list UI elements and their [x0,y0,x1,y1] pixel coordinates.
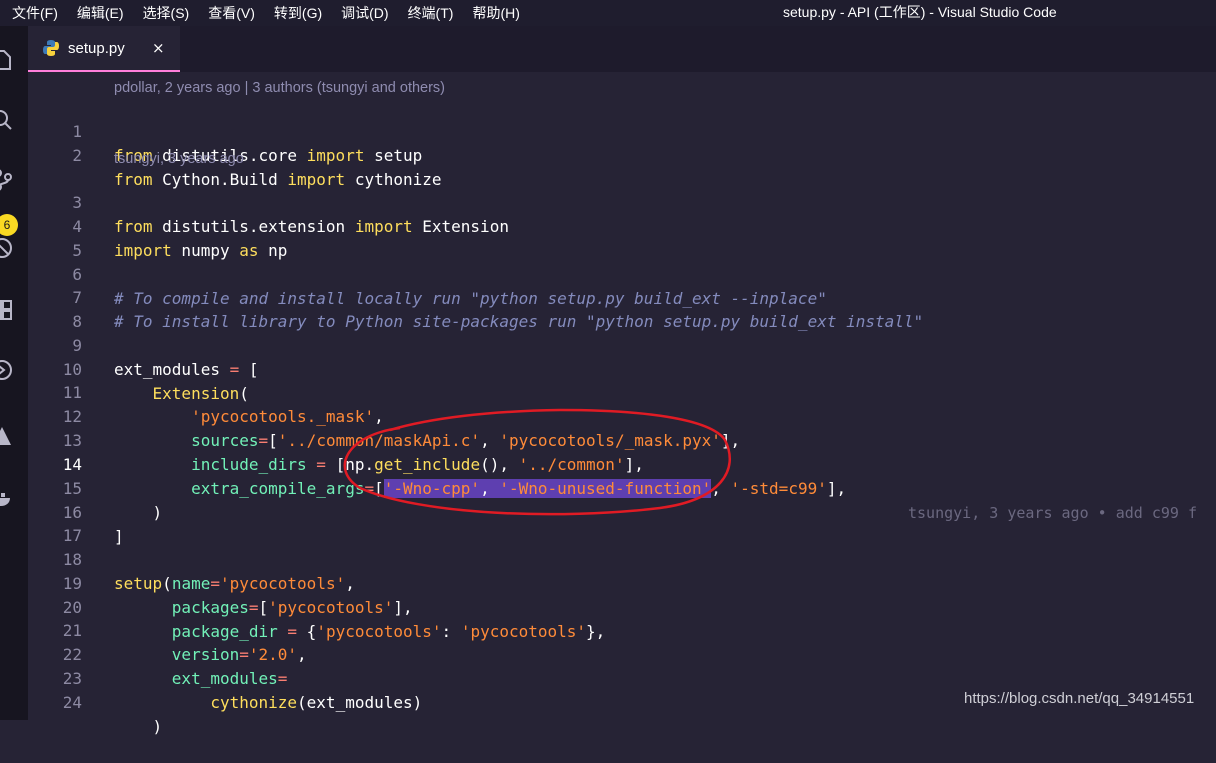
menu-edit[interactable]: 编辑(E) [77,3,124,23]
title-bar: 文件(F) 编辑(E) 选择(S) 查看(V) 转到(G) 调试(D) 终端(T… [0,0,1216,26]
tab-label: setup.py [68,39,125,57]
code-line: 23 cythonize(ext_modules) [62,669,423,712]
code-line: 5 [72,241,82,260]
code-line: 11 'pycocotools._mask', [62,383,384,426]
menu-bar: 文件(F) 编辑(E) 选择(S) 查看(V) 转到(G) 调试(D) 终端(T… [12,0,539,26]
code-line: 2 from Cython.Build import cythonize [72,146,442,189]
window-title: setup.py - API (工作区) - Visual Studio Cod… [783,4,1057,20]
activity-bar: 6 [0,26,28,720]
source-control-icon[interactable] [0,168,14,192]
code-line: 16 ] [62,503,124,546]
azure-icon[interactable] [0,424,14,448]
search-icon[interactable] [0,108,14,132]
menu-selection[interactable]: 选择(S) [143,3,190,23]
code-line: 17 [62,526,82,545]
code-line: 24 ) [62,693,163,736]
menu-view[interactable]: 查看(V) [208,3,255,23]
code-line: 13 include_dirs = [np.get_include(), '..… [62,431,644,474]
menu-debug[interactable]: 调试(D) [341,3,388,23]
menu-terminal[interactable]: 终端(T) [408,3,454,23]
code-line: 10 Extension( [62,360,249,403]
code-line: 8 [72,312,82,331]
close-icon[interactable]: × [152,39,165,57]
code-line: 4 import numpy as np [72,217,288,260]
code-line: 19 packages=['pycocotools'], [62,574,413,617]
extensions-icon[interactable] [0,298,14,322]
python-file-icon [43,40,59,56]
code-line: 20 package_dir = {'pycocotools': 'pycoco… [62,598,606,641]
code-line: 3 from distutils.extension import Extens… [72,193,509,236]
code-line: 12 sources=['../common/maskApi.c', 'pyco… [62,407,741,450]
code-line: 18 setup(name='pycocotools', [62,550,355,593]
debug-icon[interactable] [0,236,14,260]
code-line: 6 # To compile and install locally run "… [72,265,827,308]
code-line: 21 version='2.0', [62,621,307,664]
scm-count-badge: 6 [0,214,18,236]
tab-strip: setup.py × [28,26,1216,72]
codelens-blame[interactable]: tsungyi, 3 years ago [114,149,244,169]
code-editor[interactable]: pdollar, 2 years ago | 3 authors (tsungy… [28,72,1216,736]
code-line: 22 ext_modules= [62,645,288,688]
code-line-current: 14 extra_compile_args=['-Wno-cpp', '-Wno… [28,429,1216,522]
menu-help[interactable]: 帮助(H) [472,3,519,23]
menu-go[interactable]: 转到(G) [274,3,322,23]
watermark: https://blog.csdn.net/qq_34914551 [964,690,1195,707]
codelens-authors[interactable]: pdollar, 2 years ago | 3 authors (tsungy… [114,78,445,98]
remote-icon[interactable] [0,358,14,382]
code-line: 7 # To install library to Python site-pa… [72,288,924,331]
docker-icon[interactable] [0,486,14,510]
code-line: 1 from distutils.core import setup [72,122,423,165]
explorer-icon[interactable] [0,48,14,72]
menu-file[interactable]: 文件(F) [12,3,58,23]
code-line: 15 ) [62,479,163,522]
code-line: 9 ext_modules = [ [72,336,259,379]
tab-setup-py[interactable]: setup.py × [28,26,180,72]
